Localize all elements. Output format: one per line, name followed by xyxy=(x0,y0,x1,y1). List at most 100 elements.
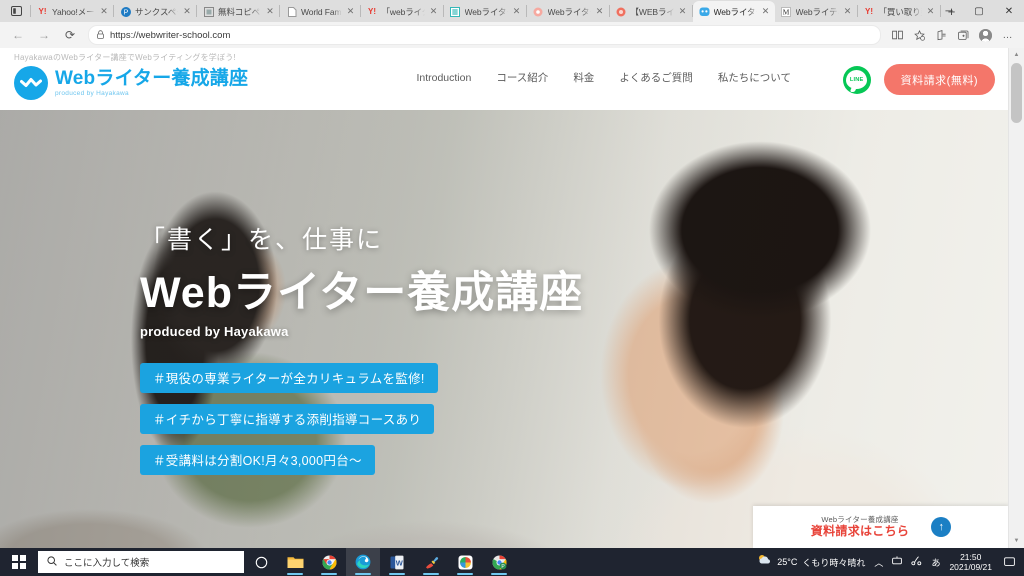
favorites-icon[interactable] xyxy=(931,25,952,46)
nav-item-faq[interactable]: よくあるご質問 xyxy=(619,70,693,85)
svg-text:P: P xyxy=(123,9,128,16)
tab-title: 「webライター xyxy=(381,6,425,17)
site-tagline: HayakawaのWebライター講座でWebライティングを学ぼう! xyxy=(14,53,236,62)
close-tab-icon[interactable]: ✕ xyxy=(182,7,192,16)
close-tab-icon[interactable]: ✕ xyxy=(843,7,853,16)
close-tab-icon[interactable]: ✕ xyxy=(761,7,771,16)
url-input[interactable]: https://webwriter-school.com xyxy=(88,25,881,45)
add-favorite-icon[interactable] xyxy=(909,25,930,46)
m-letter-icon: M xyxy=(781,6,792,17)
nav-item-price[interactable]: 料金 xyxy=(573,70,594,85)
close-tab-icon[interactable]: ✕ xyxy=(265,7,275,16)
read-aloud-icon[interactable] xyxy=(887,25,908,46)
taskbar-search-input[interactable]: ここに入力して検索 xyxy=(38,551,244,573)
hero-byline: produced by Hayakawa xyxy=(140,324,289,340)
request-materials-button[interactable]: 資料請求(無料) xyxy=(883,64,995,95)
scroll-down-icon[interactable]: ▼ xyxy=(1009,534,1024,548)
browser-tab[interactable]: 無料コピペテ ✕ xyxy=(197,1,279,22)
profile-avatar[interactable] xyxy=(975,25,996,46)
browser-tab-active[interactable]: Webライター ✕ xyxy=(692,1,775,22)
browser-tab[interactable]: Webライター ✕ xyxy=(527,1,609,22)
browser-tab[interactable]: Y! 「買い取り型 ✕ xyxy=(858,1,940,22)
colorful-app-icon[interactable] xyxy=(448,548,482,576)
close-tab-icon[interactable]: ✕ xyxy=(512,7,522,16)
reload-icon[interactable]: ⟳ xyxy=(58,24,82,46)
back-icon[interactable]: ← xyxy=(6,24,30,46)
tab-strip: Y! Yahoo!メール ✕ P サンクスペー ✕ 無料コピペテ ✕ World… xyxy=(0,0,1024,22)
settings-more-icon[interactable]: … xyxy=(997,25,1018,46)
logo-subtitle: produced by Hayakawa xyxy=(55,89,129,97)
floating-cta-text: Webライター養成講座 資料請求はこちら xyxy=(811,515,909,539)
close-window-button[interactable]: ✕ xyxy=(994,0,1024,22)
browser-window: Y! Yahoo!メール ✕ P サンクスペー ✕ 無料コピペテ ✕ World… xyxy=(0,0,1024,548)
tab-title: Webライター xyxy=(713,6,757,17)
weather-widget[interactable]: 25°C くもり時々晴れ xyxy=(757,553,865,571)
chrome-icon[interactable] xyxy=(312,548,346,576)
hero-tag: ＃受講料は分割OK!月々3,000円台〜 xyxy=(140,445,375,475)
hero-tag: ＃イチから丁寧に指導する添削指導コースあり xyxy=(140,404,435,434)
weather-icon xyxy=(757,553,772,571)
pink-ring-icon xyxy=(533,6,544,17)
cortana-icon[interactable] xyxy=(244,548,278,576)
site-logo[interactable]: Webライター養成講座 produced by Hayakawa xyxy=(14,66,248,100)
browser-tab[interactable]: M Webライティ ✕ xyxy=(775,1,857,22)
minimize-button[interactable]: ─ xyxy=(934,0,964,22)
close-tab-icon[interactable]: ✕ xyxy=(99,7,109,16)
scroll-up-icon[interactable]: ▲ xyxy=(1009,48,1024,62)
close-tab-icon[interactable]: ✕ xyxy=(678,7,688,16)
nav-item-about[interactable]: 私たちについて xyxy=(718,70,791,85)
browser-tab[interactable]: Y! Yahoo!メール ✕ xyxy=(31,1,113,22)
word-icon[interactable]: W xyxy=(380,548,414,576)
search-icon xyxy=(47,555,57,569)
line-icon: LINE xyxy=(846,70,868,89)
browser-tab[interactable]: Y! 「webライター ✕ xyxy=(361,1,443,22)
taskbar-clock[interactable]: 21:50 2021/09/21 xyxy=(949,552,992,572)
bluetooth-icon[interactable] xyxy=(911,556,922,568)
blue-round-icon xyxy=(699,6,710,17)
red-circle-icon xyxy=(616,6,627,17)
weather-condition: くもり時々晴れ xyxy=(802,557,866,568)
show-hidden-icons[interactable]: ︿ xyxy=(874,556,883,569)
browser-tab[interactable]: P サンクスペー ✕ xyxy=(114,1,196,22)
edge-icon[interactable] xyxy=(346,548,380,576)
hero-section: 「書く」を、仕事に Webライター養成講座 produced by Hayaka… xyxy=(0,110,1009,548)
browser-tab[interactable]: World Fam ✕ xyxy=(280,1,360,22)
close-tab-icon[interactable]: ✕ xyxy=(595,7,605,16)
ime-icon[interactable]: あ xyxy=(931,556,940,569)
file-explorer-icon[interactable] xyxy=(278,548,312,576)
close-tab-icon[interactable]: ✕ xyxy=(346,7,356,16)
nav-item-introduction[interactable]: Introduction xyxy=(416,72,471,84)
chrome-secondary-icon[interactable]: P xyxy=(482,548,516,576)
clock-time: 21:50 xyxy=(960,551,982,562)
start-button[interactable] xyxy=(0,548,38,576)
tab-title: Webライティ xyxy=(795,6,839,17)
site-header: HayakawaのWebライター講座でWebライティングを学ぼう! Webライタ… xyxy=(0,48,1009,110)
close-tab-icon[interactable]: ✕ xyxy=(429,7,439,16)
nav-item-course[interactable]: コース紹介 xyxy=(496,70,548,85)
web-page: HayakawaのWebライター講座でWebライティングを学ぼう! Webライタ… xyxy=(0,48,1009,548)
browser-tab[interactable]: Webライター ✕ xyxy=(444,1,526,22)
maximize-button[interactable]: ▢ xyxy=(964,0,994,22)
forward-icon[interactable]: → xyxy=(32,24,56,46)
tab-title: Webライター xyxy=(547,6,591,17)
tab-title: 無料コピペテ xyxy=(218,6,261,17)
logo-text-block: Webライター養成講座 produced by Hayakawa xyxy=(55,69,248,98)
collections-icon[interactable] xyxy=(953,25,974,46)
hero-title: Webライター養成講座 xyxy=(140,269,584,317)
line-button[interactable]: LINE xyxy=(842,65,871,94)
scrollbar-thumb[interactable] xyxy=(1011,63,1022,123)
browser-tab[interactable]: 【WEBライタ ✕ xyxy=(610,1,692,22)
yahoo-icon: Y! xyxy=(368,6,377,16)
notification-center-icon[interactable] xyxy=(1001,548,1017,576)
page-scrollbar[interactable]: ▲ ▼ xyxy=(1008,48,1024,548)
browser-toolbar-icons: … xyxy=(887,25,1018,46)
network-icon[interactable] xyxy=(892,556,903,568)
tab-overview-button[interactable] xyxy=(2,0,30,22)
yahoo-icon: Y! xyxy=(38,6,47,16)
scroll-to-top-icon[interactable]: ↑ xyxy=(931,517,952,537)
paint-icon[interactable] xyxy=(414,548,448,576)
document-icon xyxy=(203,6,214,17)
floating-cta-bar[interactable]: Webライター養成講座 資料請求はこちら ↑ xyxy=(753,506,1009,548)
taskbar-app-icons: W P xyxy=(244,548,516,576)
p-circle-icon: P xyxy=(120,6,131,17)
